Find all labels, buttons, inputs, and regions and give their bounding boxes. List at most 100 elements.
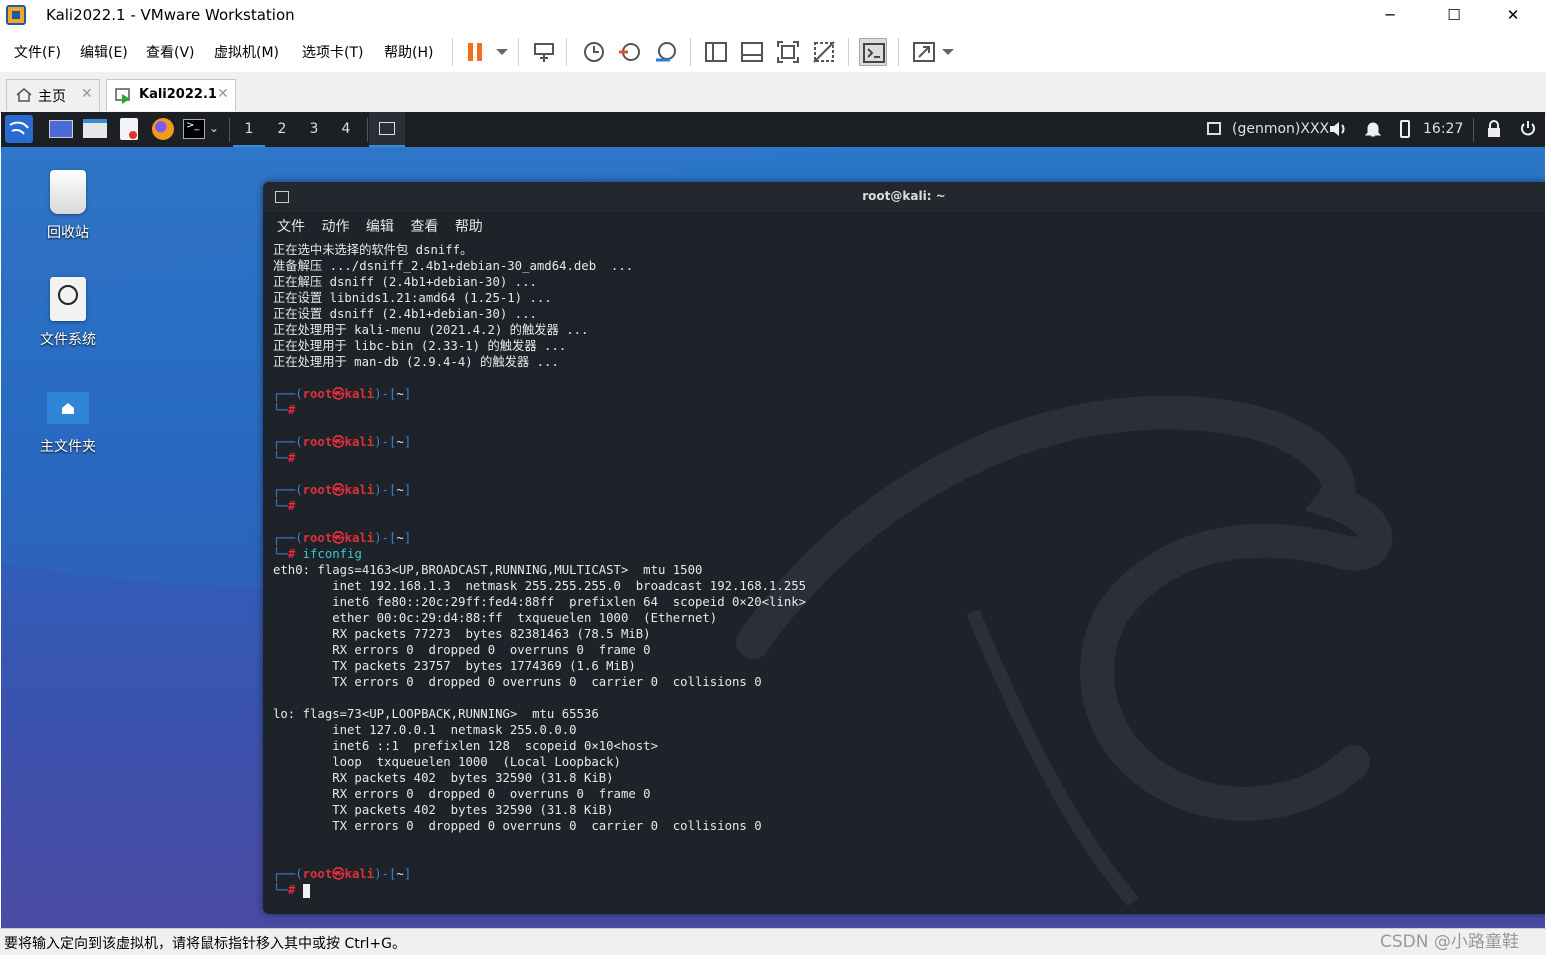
- firefox-icon[interactable]: [152, 118, 174, 140]
- volume-icon[interactable]: [1328, 120, 1348, 142]
- notification-bell-icon[interactable]: [1364, 120, 1382, 142]
- watermark-text: CSDN @小路童鞋: [1380, 932, 1519, 952]
- console-view-icon[interactable]: [859, 38, 887, 66]
- terminal-launcher-icon[interactable]: >_: [183, 119, 205, 139]
- prompt-bracket: ┌──(: [273, 531, 303, 545]
- menu-vm[interactable]: 虚拟机(M): [214, 42, 279, 62]
- prompt-line: ┌──(root㉿kali)-[~]: [273, 866, 806, 882]
- desktop-icon-filesystem[interactable]: 文件系统: [23, 277, 113, 349]
- terminal-output[interactable]: 正在选中未选择的软件包 dsniff。 准备解压 .../dsniff_2.4b1…: [273, 242, 806, 898]
- terminal-menu-view[interactable]: 查看: [410, 219, 438, 235]
- terminal-menu-file[interactable]: 文件: [277, 219, 305, 235]
- menu-tabs[interactable]: 选项卡(T): [302, 42, 363, 62]
- file-manager-icon[interactable]: [83, 119, 107, 138]
- terminal-menu-edit[interactable]: 编辑: [366, 219, 394, 235]
- prompt-user: root: [302, 867, 333, 881]
- menu-toolbar: 文件(F) 编辑(E) 查看(V) 虚拟机(M) 选项卡(T) 帮助(H): [0, 32, 1546, 72]
- output-line: TX packets 23757 bytes 1774369 (1.6 MiB): [273, 659, 636, 673]
- battery-icon[interactable]: [1400, 120, 1410, 138]
- prompt-line: ┌──(root㉿kali)-[~]: [273, 530, 806, 546]
- desktop-icon-trash[interactable]: 回收站: [23, 170, 113, 242]
- vm-tab-strip: 主页 ✕ Kali2022.1 ✕: [0, 72, 1546, 113]
- workspace-3[interactable]: 3: [298, 112, 330, 147]
- thumbnail-bar-icon[interactable]: [738, 38, 766, 66]
- menu-edit[interactable]: 编辑(E): [80, 42, 128, 62]
- status-bar: 要将输入定向到该虚拟机，请将鼠标指针移入其中或按 Ctrl+G。 CSDN @小…: [0, 928, 1546, 955]
- prompt-line: ┌──(root㉿kali)-[~]: [273, 434, 806, 450]
- maximize-button[interactable]: ☐: [1431, 0, 1477, 30]
- menu-help[interactable]: 帮助(H): [384, 42, 433, 62]
- output-line: 正在处理用于 libc-bin (2.33-1) 的触发器 ...: [273, 339, 567, 353]
- prompt-dir: ~: [396, 435, 404, 449]
- taskbar-terminal-window[interactable]: [369, 112, 405, 147]
- terminal-menu-help[interactable]: 帮助: [455, 219, 483, 235]
- close-button[interactable]: ✕: [1490, 0, 1536, 30]
- show-library-icon[interactable]: [702, 38, 730, 66]
- minimize-button[interactable]: ─: [1367, 0, 1413, 30]
- unity-mode-icon[interactable]: [810, 38, 838, 66]
- show-desktop-icon[interactable]: [49, 120, 73, 138]
- toolbar-separator: [898, 38, 899, 66]
- desktop-icon-home[interactable]: 主文件夹: [23, 392, 113, 456]
- prompt-at: ㉿: [332, 435, 345, 449]
- panel-separator: [367, 118, 368, 142]
- prompt-dir: ~: [396, 387, 404, 401]
- toolbar-separator: [518, 38, 519, 66]
- vm-screen[interactable]: >_ ⌄ 1 2 3 4 (genmon)XXX 16:27 回收站 文件系统: [1, 112, 1545, 928]
- text-editor-icon[interactable]: [120, 118, 138, 140]
- tab-close-icon[interactable]: ✕: [81, 86, 93, 102]
- workspace-1[interactable]: 1: [233, 112, 265, 147]
- output-line: 准备解压 .../dsniff_2.4b1+debian-30_amd64.de…: [273, 259, 634, 273]
- prompt-bracket: ]: [403, 387, 412, 401]
- prompt-input-line: └─#: [273, 450, 806, 466]
- tab-kali[interactable]: Kali2022.1 ✕: [106, 79, 236, 111]
- kali-menu-icon[interactable]: [5, 115, 33, 143]
- toolbar-separator: [566, 38, 567, 66]
- output-line: RX errors 0 dropped 0 overruns 0 frame 0: [273, 787, 651, 801]
- tab-label: Kali2022.1: [139, 87, 217, 102]
- logout-icon[interactable]: [1519, 120, 1537, 142]
- kali-dragon-watermark: [736, 395, 1393, 907]
- desktop-icon-label: 回收站: [47, 225, 89, 241]
- tab-close-icon[interactable]: ✕: [217, 86, 229, 102]
- lock-screen-icon[interactable]: [1486, 120, 1502, 142]
- chevron-down-icon[interactable]: ⌄: [209, 121, 219, 135]
- prompt-input-line: └─#: [273, 882, 806, 898]
- genmon-label[interactable]: (genmon)XXX: [1232, 121, 1329, 137]
- prompt-bracket: ]: [403, 435, 412, 449]
- prompt-dir: ~: [396, 867, 404, 881]
- prompt-input-line: └─# ifconfig: [273, 546, 806, 562]
- full-screen-icon[interactable]: [774, 38, 802, 66]
- terminal-menu-action[interactable]: 动作: [321, 219, 349, 235]
- snapshot-icon[interactable]: [580, 38, 608, 66]
- menu-file[interactable]: 文件(F): [14, 42, 61, 62]
- snapshot-manager-icon[interactable]: [652, 38, 680, 66]
- workspace-4[interactable]: 4: [330, 112, 362, 147]
- prompt-symbol: #: [287, 403, 296, 417]
- revert-snapshot-icon[interactable]: [616, 38, 644, 66]
- terminal-window[interactable]: root@kali: ~ 文件 动作 编辑 查看 帮助 正在选中未选择的软件包 …: [263, 182, 1545, 914]
- menu-view[interactable]: 查看(V): [146, 42, 195, 62]
- pause-icon[interactable]: [462, 38, 490, 66]
- stretch-dropdown-icon[interactable]: [934, 38, 962, 66]
- workspace-2[interactable]: 2: [266, 112, 298, 147]
- prompt-bracket: )-[: [374, 531, 397, 545]
- send-ctrl-alt-del-icon[interactable]: [530, 38, 558, 66]
- prompt-bracket: )-[: [374, 435, 397, 449]
- vm-running-icon: [115, 87, 133, 109]
- output-line: RX errors 0 dropped 0 overruns 0 frame 0: [273, 643, 651, 657]
- prompt-bracket: ┌──(: [273, 387, 303, 401]
- output-line: 正在解压 dsniff (2.4b1+debian-30) ...: [273, 275, 537, 289]
- panel-clock[interactable]: 16:27: [1423, 121, 1463, 137]
- prompt-bracket: )-[: [374, 867, 397, 881]
- terminal-window-icon: [379, 122, 395, 135]
- pause-dropdown-icon[interactable]: [488, 38, 516, 66]
- prompt-dir: ~: [396, 531, 404, 545]
- tab-home[interactable]: 主页 ✕: [6, 79, 100, 111]
- output-line: inet 127.0.0.1 netmask 255.0.0.0: [273, 723, 577, 737]
- prompt-user: root: [302, 387, 333, 401]
